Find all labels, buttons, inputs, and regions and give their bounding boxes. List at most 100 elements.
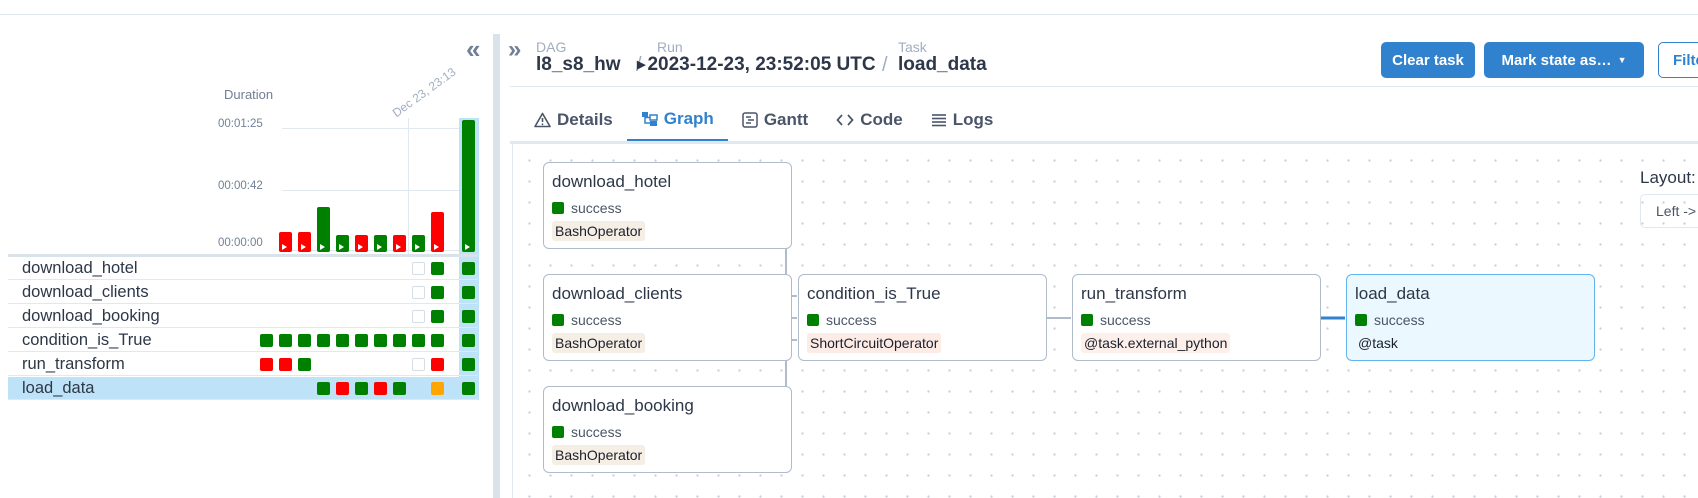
duration-bar[interactable]	[393, 235, 406, 252]
task-instance-cell[interactable]	[317, 382, 330, 395]
duration-bar[interactable]	[431, 212, 444, 252]
task-instance-cell[interactable]	[462, 310, 475, 323]
caret-down-icon: ▼	[1617, 55, 1627, 65]
task-instance-cell[interactable]	[462, 286, 475, 299]
duration-bar[interactable]	[374, 235, 387, 252]
task-instance-cell[interactable]	[336, 334, 349, 347]
duration-bar[interactable]	[336, 235, 349, 252]
task-instance-cell[interactable]	[260, 334, 273, 347]
task-row[interactable]: download_clients	[8, 281, 478, 304]
duration-tick: 00:00:42	[218, 180, 263, 192]
task-row[interactable]: run_transform	[8, 353, 478, 376]
play-icon	[377, 244, 382, 250]
state-success-icon	[1081, 314, 1093, 326]
duration-bar[interactable]	[412, 235, 425, 252]
node-state: success	[807, 312, 877, 328]
task-instance-cell[interactable]	[462, 382, 475, 395]
task-instance-cell[interactable]	[412, 310, 425, 323]
tab-logs[interactable]: Logs	[917, 98, 1008, 142]
graph-node[interactable]: download_booking success BashOperator	[543, 386, 792, 473]
task-row[interactable]: download_hotel	[8, 257, 478, 280]
graph-node[interactable]: condition_is_True success ShortCircuitOp…	[798, 274, 1047, 361]
task-instance-cell[interactable]	[393, 334, 406, 347]
task-instance-cell[interactable]	[336, 382, 349, 395]
breadcrumb-run[interactable]: Run ▶ 2023-12-23, 23:52:05 UTC	[637, 40, 876, 76]
duration-bar[interactable]	[462, 120, 475, 252]
task-row[interactable]: download_booking	[8, 305, 478, 328]
graph-canvas[interactable]: download_hotel success BashOperator down…	[512, 144, 1698, 498]
task-id[interactable]: load_data	[898, 54, 987, 75]
graph-node[interactable]: download_clients success BashOperator	[543, 274, 792, 361]
tab-label: Details	[557, 110, 613, 129]
task-instance-cell[interactable]	[412, 286, 425, 299]
task-name[interactable]: download_clients	[22, 283, 149, 302]
tab-code[interactable]: Code	[822, 98, 917, 142]
task-instance-cell[interactable]	[317, 334, 330, 347]
task-name[interactable]: download_hotel	[22, 259, 138, 278]
task-row-selected[interactable]: load_data	[8, 377, 478, 400]
breadcrumb-dag[interactable]: DAG l8_s8_hw	[536, 40, 621, 76]
duration-bar[interactable]	[317, 207, 330, 252]
duration-bar[interactable]	[355, 235, 368, 252]
task-instance-cell[interactable]	[393, 382, 406, 395]
state-success-icon	[1355, 314, 1367, 326]
double-chevron-right-icon[interactable]: »	[508, 36, 521, 64]
task-name[interactable]: run_transform	[22, 355, 125, 374]
node-name: download_booking	[552, 396, 694, 415]
tab-label: Gantt	[763, 110, 809, 129]
tab-gantt[interactable]: Gantt	[728, 98, 822, 142]
task-instance-cell[interactable]	[298, 334, 311, 347]
operator-badge: BashOperator	[552, 333, 646, 353]
task-name[interactable]: load_data	[22, 379, 95, 398]
task-instance-cell[interactable]	[431, 262, 444, 275]
double-chevron-left-icon[interactable]: «	[466, 36, 480, 62]
task-instance-cell[interactable]	[298, 358, 311, 371]
tab-details[interactable]: Details	[520, 98, 627, 142]
state-label: success	[571, 200, 622, 216]
task-instance-cell[interactable]	[462, 262, 475, 275]
task-instance-cell[interactable]	[431, 358, 444, 371]
graph-node[interactable]: run_transform success @task.external_pyt…	[1072, 274, 1321, 361]
duration-bar[interactable]	[279, 232, 292, 252]
code-icon	[836, 114, 854, 126]
mark-state-button[interactable]: Mark state as… ▼	[1484, 42, 1644, 78]
task-instance-cell[interactable]	[431, 310, 444, 323]
run-marker-line	[408, 118, 409, 256]
run-date-label: Dec 23, 23:13	[389, 64, 459, 120]
duration-bar[interactable]	[298, 232, 311, 252]
task-instance-cell[interactable]	[431, 286, 444, 299]
task-instance-cell[interactable]	[412, 334, 425, 347]
task-instance-cell[interactable]	[462, 334, 475, 347]
play-icon	[465, 244, 470, 250]
gridline	[282, 190, 477, 191]
graph-node-selected[interactable]: load_data success @task	[1346, 274, 1595, 361]
panel-resize-handle[interactable]	[493, 34, 500, 498]
play-icon	[434, 244, 439, 250]
task-row[interactable]: condition_is_True	[8, 329, 478, 352]
task-instance-cell[interactable]	[374, 382, 387, 395]
task-name[interactable]: condition_is_True	[22, 331, 152, 350]
run-id[interactable]: ▶ 2023-12-23, 23:52:05 UTC	[637, 54, 876, 75]
dag-id[interactable]: l8_s8_hw	[536, 54, 621, 75]
duration-tick: 00:00:00	[218, 237, 263, 249]
tab-graph[interactable]: Graph	[626, 98, 728, 142]
filter-button[interactable]: Filter	[1658, 42, 1698, 78]
task-instance-cell[interactable]	[431, 334, 444, 347]
task-instance-cell[interactable]	[431, 382, 444, 395]
task-instance-cell[interactable]	[412, 358, 425, 371]
play-icon	[320, 244, 325, 250]
task-instance-cell[interactable]	[279, 334, 292, 347]
task-instance-cell[interactable]	[462, 358, 475, 371]
clear-task-button[interactable]: Clear task	[1381, 42, 1475, 78]
task-instance-cell[interactable]	[355, 382, 368, 395]
operator-badge: ShortCircuitOperator	[807, 333, 942, 353]
task-instance-cell[interactable]	[260, 358, 273, 371]
task-instance-cell[interactable]	[374, 334, 387, 347]
task-instance-cell[interactable]	[412, 262, 425, 275]
task-instance-cell[interactable]	[279, 358, 292, 371]
task-name[interactable]: download_booking	[22, 307, 160, 326]
task-instance-cell[interactable]	[355, 334, 368, 347]
breadcrumb-task[interactable]: Task load_data	[898, 40, 987, 76]
layout-select[interactable]: Left -> Right	[1640, 194, 1698, 228]
graph-node[interactable]: download_hotel success BashOperator	[543, 162, 792, 249]
